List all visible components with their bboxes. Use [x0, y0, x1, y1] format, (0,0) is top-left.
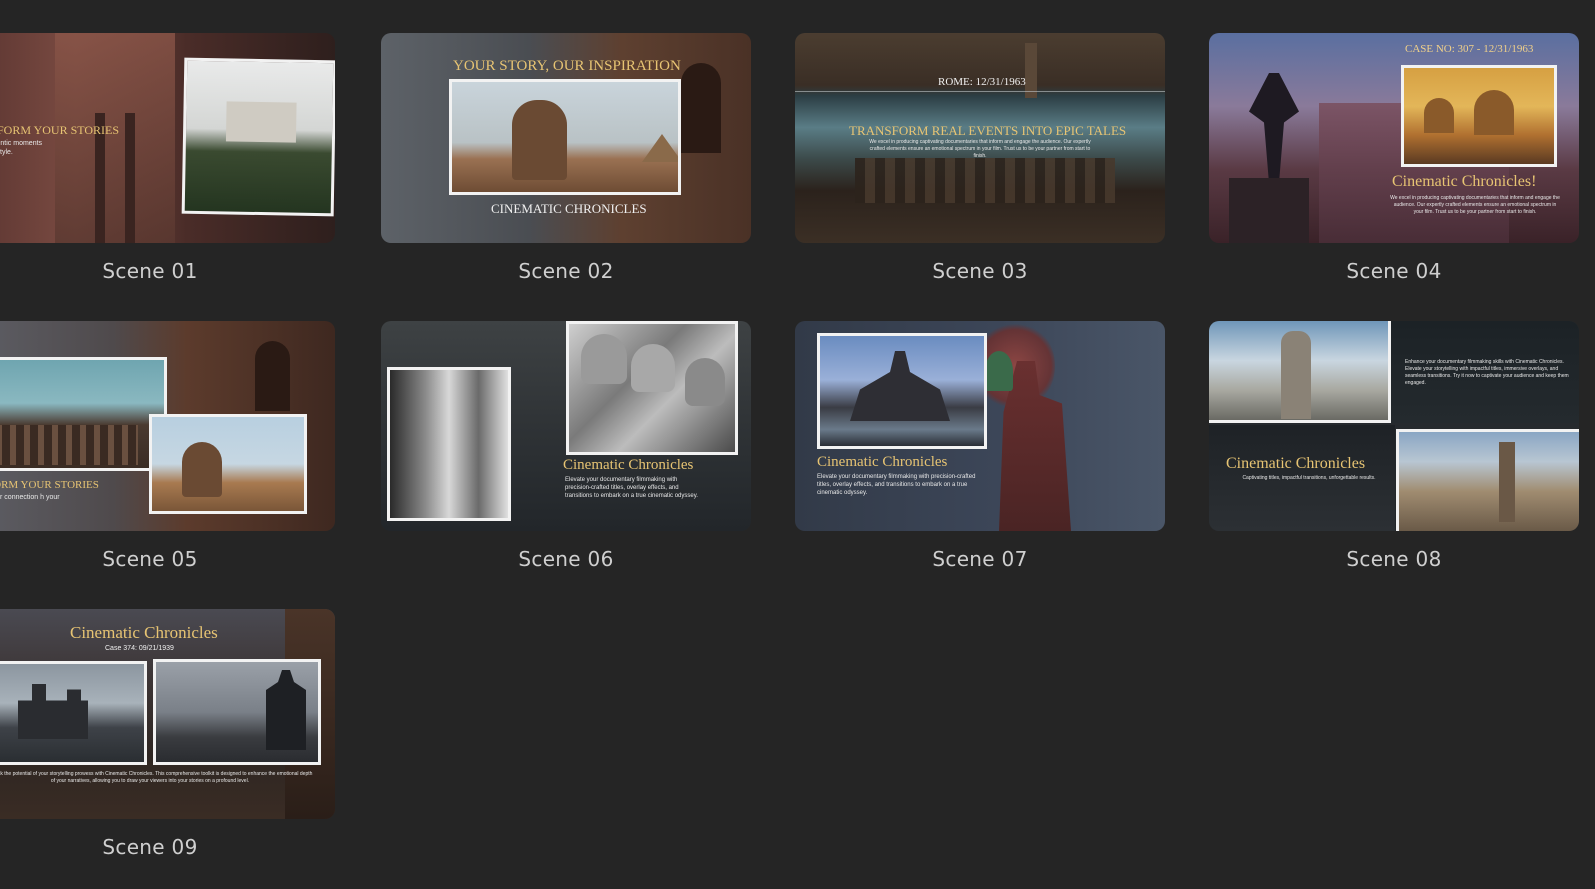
scene-thumbnail-02[interactable]: YOUR STORY, OUR INSPIRATION CINEMATIC CH… — [381, 33, 751, 243]
scene-05-heading: ANSFORM YOUR STORIES — [0, 479, 99, 491]
scene-label-06: Scene 06 — [518, 547, 614, 571]
scene-01-body: pture authentic moments cinematic style. — [0, 140, 43, 156]
scene-card-08[interactable]: Enhance your documentary filmmaking skil… — [1209, 321, 1579, 601]
scene-card-05[interactable]: ANSFORM YOUR STORIES ge a deeper connect… — [0, 321, 335, 601]
scene-06-heading: Cinematic Chronicles — [563, 457, 694, 473]
scene-07-photo-abbey — [817, 333, 987, 449]
scene-01-photo — [181, 57, 335, 217]
scene-02-caption: CINEMATIC CHRONICLES — [491, 201, 647, 216]
scene-thumbnail-04[interactable]: CASE NO: 307 - 12/31/1963 Cinematic Chro… — [1209, 33, 1579, 243]
scene-07-heading: Cinematic Chronicles — [817, 454, 948, 470]
scene-04-photo — [1401, 65, 1557, 167]
scene-02-photo — [449, 79, 681, 195]
scene-grid: RANSFORM YOUR STORIES pture authentic mo… — [0, 0, 1595, 862]
scene-09-photo-castle — [0, 661, 147, 765]
scene-card-07[interactable]: Cinematic Chronicles Elevate your docume… — [795, 321, 1165, 601]
scene-09-heading: Cinematic Chronicles — [70, 623, 218, 642]
scene-card-09[interactable]: Cinematic Chronicles Case 374: 09/21/193… — [0, 609, 335, 889]
scene-label-04: Scene 04 — [1346, 259, 1442, 283]
scene-01-heading: RANSFORM YOUR STORIES — [0, 123, 120, 137]
scene-card-01[interactable]: RANSFORM YOUR STORIES pture authentic mo… — [0, 33, 335, 313]
scene-card-04[interactable]: CASE NO: 307 - 12/31/1963 Cinematic Chro… — [1209, 33, 1579, 313]
scene-thumbnail-07[interactable]: Cinematic Chronicles Elevate your docume… — [795, 321, 1165, 531]
scene-05-photo-sphinx — [149, 414, 307, 514]
scene-thumbnail-06[interactable]: Cinematic Chronicles Elevate your docume… — [381, 321, 751, 531]
scene-04-heading: Cinematic Chronicles! — [1392, 173, 1537, 190]
scene-label-08: Scene 08 — [1346, 547, 1442, 571]
scene-label-07: Scene 07 — [932, 547, 1028, 571]
scene-03-heading: TRANSFORM REAL EVENTS INTO EPIC TALES — [849, 123, 1127, 138]
scene-thumbnail-03[interactable]: ROME: 12/31/1963 TRANSFORM REAL EVENTS I… — [795, 33, 1165, 243]
scene-thumbnail-09[interactable]: Cinematic Chronicles Case 374: 09/21/193… — [0, 609, 335, 819]
scene-04-caption: CASE NO: 307 - 12/31/1963 — [1405, 43, 1534, 55]
scene-card-03[interactable]: ROME: 12/31/1963 TRANSFORM REAL EVENTS I… — [795, 33, 1165, 313]
scene-04-body: We excel in producing captivating docume… — [1390, 195, 1560, 215]
scene-08-subtext: Captivating titles, impactful transition… — [1242, 475, 1376, 481]
scene-05-photo-colosseum — [0, 357, 167, 471]
scene-label-02: Scene 02 — [518, 259, 614, 283]
scene-card-06[interactable]: Cinematic Chronicles Elevate your docume… — [381, 321, 751, 601]
scene-card-02[interactable]: YOUR STORY, OUR INSPIRATION CINEMATIC CH… — [381, 33, 751, 313]
scene-03-caption: ROME: 12/31/1963 — [938, 76, 1026, 88]
scene-06-photo-helmets — [566, 321, 738, 455]
scene-label-09: Scene 09 — [102, 835, 198, 859]
scene-02-heading: YOUR STORY, OUR INSPIRATION — [453, 58, 681, 74]
scene-09-caption: Case 374: 09/21/1939 — [105, 645, 174, 652]
scene-label-05: Scene 05 — [102, 547, 198, 571]
scene-08-body: Enhance your documentary filmmaking skil… — [1405, 359, 1569, 386]
scene-08-photo-tower — [1209, 321, 1391, 423]
scene-thumbnail-05[interactable]: ANSFORM YOUR STORIES ge a deeper connect… — [0, 321, 335, 531]
scene-label-01: Scene 01 — [102, 259, 198, 283]
scene-09-body: Unlock the potential of your storytellin… — [0, 771, 313, 784]
scene-05-body: ge a deeper connection h your audience. — [0, 494, 60, 501]
scene-08-photo-london — [1396, 429, 1579, 531]
scene-03-body: We excel in producing captivating docume… — [869, 139, 1091, 159]
scene-06-photo-statue — [387, 367, 511, 521]
scene-label-03: Scene 03 — [932, 259, 1028, 283]
scene-thumbnail-08[interactable]: Enhance your documentary filmmaking skil… — [1209, 321, 1579, 531]
scene-08-heading: Cinematic Chronicles — [1226, 455, 1366, 472]
scene-09-photo-monument — [153, 659, 321, 765]
scene-06-body: Elevate your documentary filmmaking with… — [565, 477, 698, 499]
scene-thumbnail-01[interactable]: RANSFORM YOUR STORIES pture authentic mo… — [0, 33, 335, 243]
scene-07-body: Elevate your documentary filmmaking with… — [817, 474, 976, 496]
